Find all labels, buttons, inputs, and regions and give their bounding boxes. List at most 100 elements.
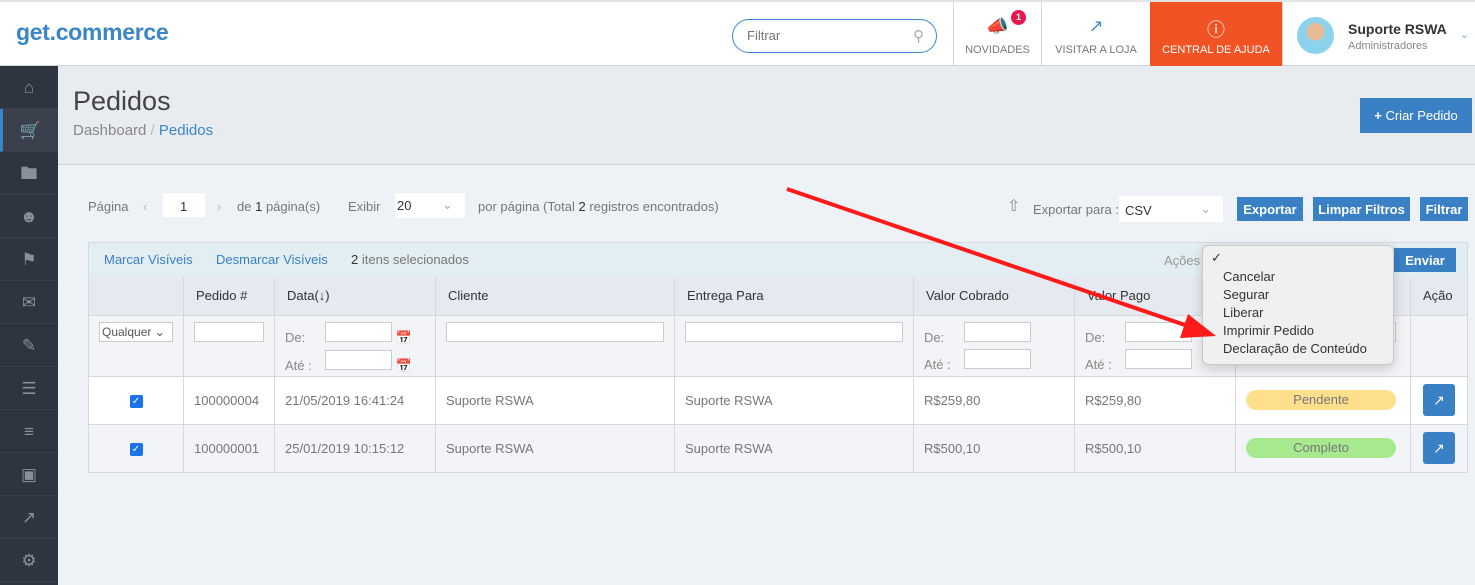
calendar-icon[interactable]: 📅 bbox=[396, 358, 412, 373]
help-center-button[interactable]: ⓘ CENTRAL DE AJUDA bbox=[1150, 2, 1282, 66]
clear-filters-button[interactable]: Limpar Filtros bbox=[1313, 197, 1410, 221]
option-imprimir-pedido[interactable]: Imprimir Pedido bbox=[1223, 323, 1314, 338]
search-input[interactable] bbox=[747, 28, 897, 43]
visit-store-label: VISITAR A LOJA bbox=[1055, 44, 1137, 56]
client-filter[interactable] bbox=[446, 321, 664, 342]
col-charged[interactable]: Valor Cobrado bbox=[913, 277, 1075, 316]
breadcrumb-dashboard[interactable]: Dashboard bbox=[73, 122, 146, 139]
to-label: Até : bbox=[1085, 356, 1112, 372]
user-icon[interactable]: ☻ bbox=[0, 195, 58, 238]
table-row[interactable]: ✓ 100000004 21/05/2019 16:41:24 Suporte … bbox=[88, 376, 1468, 425]
export-format-select[interactable]: CSV ⌄ bbox=[1119, 196, 1223, 222]
search-box[interactable]: ⚲ bbox=[732, 19, 937, 53]
order-client: Suporte RSWA bbox=[435, 424, 675, 473]
option-liberar[interactable]: Liberar bbox=[1223, 305, 1263, 320]
from-label: De: bbox=[924, 329, 945, 345]
chart-icon[interactable]: ↗ bbox=[0, 496, 58, 539]
user-menu[interactable]: Suporte RSWA Administradores ⌄ bbox=[1282, 2, 1475, 66]
mail-icon[interactable]: ✉ bbox=[0, 281, 58, 324]
order-charged: R$259,80 bbox=[913, 376, 1075, 425]
gear-icon[interactable]: ⚙ bbox=[0, 539, 58, 582]
from-label: De: bbox=[285, 329, 306, 345]
col-action: Ação bbox=[1410, 277, 1468, 316]
filter-button[interactable]: Filtrar bbox=[1420, 197, 1468, 221]
col-order[interactable]: Pedido # bbox=[183, 277, 275, 316]
search-icon[interactable]: ⚲ bbox=[913, 27, 924, 45]
menu-icon[interactable]: ≡ bbox=[0, 410, 58, 453]
total-records: 2 bbox=[578, 199, 586, 214]
notification-badge: 1 bbox=[1011, 10, 1026, 25]
row-checkbox[interactable]: ✓ bbox=[129, 395, 143, 408]
col-date[interactable]: Data(↓) bbox=[274, 277, 436, 316]
paid-to-input[interactable] bbox=[1125, 348, 1192, 369]
select-filter-value: Qualquer bbox=[102, 324, 152, 339]
upload-icon: ⇧ bbox=[1007, 198, 1021, 215]
of-label: de bbox=[237, 199, 252, 214]
show-label: Exibir bbox=[348, 199, 381, 214]
page-input[interactable]: 1 bbox=[163, 193, 205, 217]
row-checkbox[interactable]: ✓ bbox=[129, 443, 143, 456]
order-id: 100000001 bbox=[183, 424, 275, 473]
table-row[interactable]: ✓ 100000001 25/01/2019 10:15:12 Suporte … bbox=[88, 424, 1468, 473]
calendar-icon[interactable]: 📅 bbox=[396, 330, 412, 345]
cart-icon[interactable]: 🛒 bbox=[0, 109, 58, 152]
plus-icon: + bbox=[1374, 108, 1382, 123]
order-date: 21/05/2019 16:41:24 bbox=[274, 376, 436, 425]
option-cancelar[interactable]: Cancelar bbox=[1223, 269, 1275, 284]
novidades-button[interactable]: 📣 1 NOVIDADES bbox=[953, 2, 1041, 66]
select-filter[interactable]: Qualquer ⌄ bbox=[99, 321, 173, 342]
page-header: Pedidos Dashboard / Pedidos + Criar Pedi… bbox=[58, 66, 1475, 165]
folder-icon[interactable]: 🖿 bbox=[0, 152, 58, 195]
order-ship-to: Suporte RSWA bbox=[674, 376, 914, 425]
order-paid: R$500,10 bbox=[1074, 424, 1236, 473]
checkmark-icon[interactable]: ✓ bbox=[1211, 250, 1222, 266]
order-client: Suporte RSWA bbox=[435, 376, 675, 425]
next-page-icon[interactable]: › bbox=[217, 199, 221, 214]
per-page-select[interactable]: 20 ⌄ bbox=[395, 193, 465, 218]
page-label: Página bbox=[88, 199, 129, 214]
create-order-label: Criar Pedido bbox=[1385, 108, 1458, 123]
actions-dropdown[interactable]: ✓ Cancelar Segurar Liberar Imprimir Pedi… bbox=[1202, 245, 1394, 365]
charged-from-input[interactable] bbox=[964, 321, 1031, 342]
order-paid: R$259,80 bbox=[1074, 376, 1236, 425]
submit-action-button[interactable]: Enviar bbox=[1394, 248, 1456, 272]
to-label: Até : bbox=[924, 356, 951, 372]
date-from-input[interactable] bbox=[325, 321, 392, 342]
home-icon[interactable]: ⌂ bbox=[0, 66, 58, 109]
bookmark-icon[interactable]: ⚑ bbox=[0, 238, 58, 281]
chevron-down-icon: ⌄ bbox=[442, 197, 453, 212]
sort-desc-icon: (↓) bbox=[314, 288, 330, 304]
image-icon[interactable]: ▣ bbox=[0, 453, 58, 496]
per-page-label: por página (Total bbox=[478, 199, 575, 214]
open-order-button[interactable]: ↗ bbox=[1423, 432, 1455, 464]
open-order-button[interactable]: ↗ bbox=[1423, 384, 1455, 416]
user-name: Suporte RSWA bbox=[1348, 21, 1447, 37]
charged-to-input[interactable] bbox=[964, 348, 1031, 369]
option-declaracao-conteudo[interactable]: Declaração de Conteúdo bbox=[1223, 341, 1367, 356]
question-icon: ⓘ bbox=[1207, 20, 1225, 40]
order-id-filter[interactable] bbox=[194, 321, 264, 342]
breadcrumb-current[interactable]: Pedidos bbox=[159, 122, 213, 139]
prev-page-icon[interactable]: ‹ bbox=[143, 199, 147, 214]
chevron-down-icon[interactable]: ⌄ bbox=[1460, 28, 1469, 41]
ship-to-filter[interactable] bbox=[685, 321, 903, 342]
unmark-visible-link[interactable]: Desmarcar Visíveis bbox=[216, 252, 328, 267]
order-date: 25/01/2019 10:15:12 bbox=[274, 424, 436, 473]
list-icon[interactable]: ☰ bbox=[0, 367, 58, 410]
col-client[interactable]: Cliente bbox=[435, 277, 675, 316]
option-segurar[interactable]: Segurar bbox=[1223, 287, 1269, 302]
date-to-input[interactable] bbox=[325, 349, 392, 370]
mark-visible-link[interactable]: Marcar Visíveis bbox=[104, 252, 193, 267]
create-order-button[interactable]: + Criar Pedido bbox=[1360, 98, 1472, 133]
visit-store-button[interactable]: ↗ VISITAR A LOJA bbox=[1041, 2, 1150, 66]
per-page-value: 20 bbox=[397, 198, 412, 213]
breadcrumb: Dashboard / Pedidos bbox=[73, 122, 213, 139]
edit-icon[interactable]: ✎ bbox=[0, 324, 58, 367]
logo[interactable]: get.commerce bbox=[16, 19, 169, 46]
export-format-value: CSV bbox=[1125, 203, 1152, 218]
col-ship-to[interactable]: Entrega Para bbox=[674, 277, 914, 316]
export-button[interactable]: Exportar bbox=[1237, 197, 1303, 221]
pages-suffix: página(s) bbox=[265, 199, 321, 214]
breadcrumb-separator: / bbox=[146, 122, 159, 139]
paid-from-input[interactable] bbox=[1125, 321, 1192, 342]
